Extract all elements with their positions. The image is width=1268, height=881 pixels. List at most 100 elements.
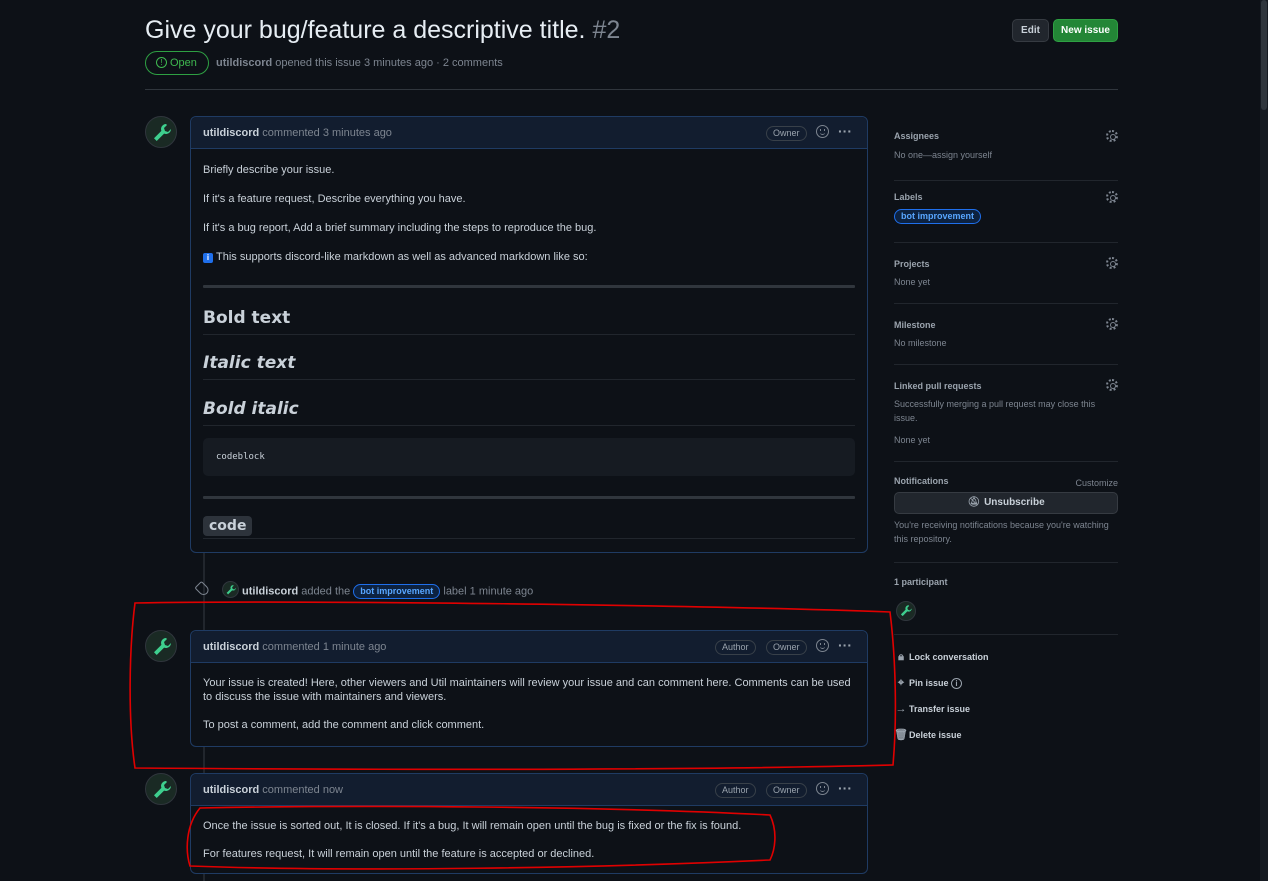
avatar[interactable] xyxy=(222,581,239,598)
notifications-section: Notifications Customize 🔕︎ Unsubscribe Yo… xyxy=(894,462,1118,563)
action-label: Pin issue xyxy=(909,678,949,688)
md-divider xyxy=(203,496,855,499)
md-heading-bold-italic: Bold italic xyxy=(203,399,855,426)
status-badge: ! Open xyxy=(145,51,209,75)
page-scrollbar[interactable] xyxy=(1260,0,1268,881)
milestone-title: Milestone xyxy=(894,320,936,330)
issue-title: Give your bug/feature a descriptive titl… xyxy=(145,16,620,45)
gear-icon[interactable] xyxy=(1106,130,1118,142)
owner-badge: Owner xyxy=(766,783,807,798)
avatar[interactable] xyxy=(145,630,177,662)
comment-2: utildiscord commented 1 minute ago Autho… xyxy=(190,630,868,747)
comment-author[interactable]: utildiscord xyxy=(203,127,259,139)
comment-paragraph: Your issue is created! Here, other viewe… xyxy=(203,677,851,703)
unsubscribe-button[interactable]: 🔕︎ Unsubscribe xyxy=(894,492,1118,514)
unsubscribe-label: Unsubscribe xyxy=(984,497,1045,508)
gear-icon[interactable] xyxy=(1106,257,1118,269)
linked-prs-desc: Successfully merging a pull request may … xyxy=(894,399,1096,423)
avatar[interactable] xyxy=(145,116,177,148)
lock-icon: 🔒︎ xyxy=(898,651,904,663)
linked-prs-value: None yet xyxy=(894,435,931,445)
action-label: Lock conversation xyxy=(909,652,989,662)
kebab-icon[interactable]: ··· xyxy=(838,780,852,796)
bell-slash-icon: 🔕︎ xyxy=(967,497,981,508)
comment-author-line: utildiscord commented now xyxy=(203,784,343,796)
pin-issue-action[interactable]: ⌖ Pin issue i xyxy=(894,670,1118,696)
comment-paragraph: If it's a feature request, Describe ever… xyxy=(203,193,466,205)
issue-opened-text: opened this issue 3 minutes ago · 2 comm… xyxy=(275,57,503,69)
smiley-icon[interactable] xyxy=(816,639,829,652)
comment-author[interactable]: utildiscord xyxy=(203,784,259,796)
issue-author-link[interactable]: utildiscord xyxy=(216,57,272,69)
participants-section: 1 participant xyxy=(894,563,1118,635)
owner-badge: Owner xyxy=(766,640,807,655)
new-issue-button[interactable]: New issue xyxy=(1053,19,1118,42)
comment-body: Briefly describe your issue. If it's a f… xyxy=(191,163,867,539)
avatar[interactable] xyxy=(896,601,916,621)
edit-button[interactable]: Edit xyxy=(1012,19,1049,42)
assignees-section: Assignees No one—assign yourself xyxy=(894,118,1118,181)
header-divider xyxy=(145,89,1118,90)
comment-paragraph: For features request, It will remain ope… xyxy=(203,848,595,860)
owner-badge: Owner xyxy=(766,126,807,141)
author-badge: Author xyxy=(715,783,756,798)
md-codeblock: codeblock xyxy=(203,438,855,476)
author-badge: Author xyxy=(715,640,756,655)
milestone-value: No milestone xyxy=(894,338,947,348)
customize-link[interactable]: Customize xyxy=(1075,476,1118,490)
smiley-icon[interactable] xyxy=(816,782,829,795)
gear-icon[interactable] xyxy=(1106,191,1118,203)
md-divider xyxy=(203,285,855,288)
comment-time[interactable]: commented 1 minute ago xyxy=(262,641,386,653)
action-label: Delete issue xyxy=(909,730,962,740)
projects-value: None yet xyxy=(894,277,931,287)
comment-body: Once the issue is sorted out, It is clos… xyxy=(191,819,867,861)
delete-issue-action[interactable]: 🗑︎ Delete issue xyxy=(894,722,1118,748)
issue-meta-text: utildiscord opened this issue 3 minutes … xyxy=(216,57,503,69)
gear-icon[interactable] xyxy=(1106,318,1118,330)
comment-author[interactable]: utildiscord xyxy=(203,641,259,653)
gear-icon[interactable] xyxy=(1106,379,1118,391)
tag-icon xyxy=(194,580,211,598)
wrench-avatar-icon xyxy=(154,638,171,655)
wrench-avatar-icon xyxy=(154,124,171,141)
label-chip[interactable]: bot improvement xyxy=(894,209,982,224)
arrow-right-icon: → xyxy=(895,703,907,715)
notifications-desc: You're receiving notifications because y… xyxy=(894,520,1109,544)
labels-list: bot improvement xyxy=(894,209,1118,224)
comment-author-line: utildiscord commented 1 minute ago xyxy=(203,641,386,653)
assignees-value[interactable]: No one—assign yourself xyxy=(894,148,1118,162)
event-text: utildiscord added the bot improvement la… xyxy=(242,584,533,599)
wrench-avatar-icon xyxy=(900,605,912,617)
comment-time[interactable]: commented now xyxy=(262,784,343,796)
event-post[interactable]: label 1 minute ago xyxy=(443,585,533,597)
event-actor[interactable]: utildiscord xyxy=(242,585,298,597)
comment-body: Your issue is created! Here, other viewe… xyxy=(191,676,867,732)
scrollbar-thumb[interactable] xyxy=(1261,0,1267,110)
comment-header: utildiscord commented 3 minutes ago Owne… xyxy=(191,117,867,149)
labels-title: Labels xyxy=(894,192,923,202)
projects-title: Projects xyxy=(894,259,930,269)
kebab-icon[interactable]: ··· xyxy=(838,637,852,653)
comment-time[interactable]: commented 3 minutes ago xyxy=(262,127,392,139)
comment-paragraph: To post a comment, add the comment and c… xyxy=(203,719,485,731)
info-icon: i xyxy=(203,253,213,263)
comment-paragraph: Once the issue is sorted out, It is clos… xyxy=(203,820,742,832)
comment-paragraph-text: This supports discord-like markdown as w… xyxy=(216,251,588,263)
issue-meta: ! Open utildiscord opened this issue 3 m… xyxy=(145,51,845,75)
linked-prs-title: Linked pull requests xyxy=(894,381,982,391)
wrench-avatar-icon xyxy=(154,781,171,798)
smiley-icon[interactable] xyxy=(816,125,829,138)
comment-1: utildiscord commented 3 minutes ago Owne… xyxy=(190,116,868,553)
pin-icon: ⌖ xyxy=(897,677,905,689)
transfer-issue-action[interactable]: → Transfer issue xyxy=(894,696,1118,722)
md-heading-bold: Bold text xyxy=(203,308,855,335)
label-event: utildiscord added the bot improvement la… xyxy=(194,580,796,600)
issue-number: #2 xyxy=(592,16,621,44)
avatar[interactable] xyxy=(145,773,177,805)
md-heading-italic: Italic text xyxy=(203,353,855,380)
info-icon[interactable]: i xyxy=(951,678,963,690)
lock-conversation-action[interactable]: 🔒︎ Lock conversation xyxy=(894,644,1118,670)
label-chip[interactable]: bot improvement xyxy=(353,584,441,599)
kebab-icon[interactable]: ··· xyxy=(838,123,852,139)
